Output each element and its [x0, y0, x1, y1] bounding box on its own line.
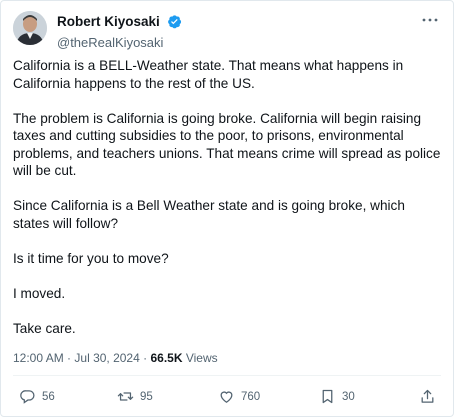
repost-icon [117, 392, 134, 401]
tweet-paragraph: I moved. [13, 285, 66, 301]
author-handle[interactable]: @theRealKiyosaki [57, 35, 182, 50]
share-icon [421, 389, 434, 403]
repost-button[interactable]: 95 [117, 388, 153, 405]
tweet-paragraph: California is a BELL-Weather state. That… [13, 58, 404, 91]
bookmark-button[interactable]: 30 [319, 388, 355, 405]
tweet-date[interactable]: Jul 30, 2024 [74, 351, 139, 365]
avatar[interactable] [13, 11, 47, 45]
more-icon[interactable] [421, 13, 439, 27]
reply-icon [20, 390, 35, 404]
divider [13, 375, 441, 376]
views-label: Views [185, 351, 218, 365]
reply-count: 56 [42, 390, 55, 403]
like-button[interactable]: 760 [218, 388, 260, 405]
tweet-paragraph: Is it time for you to move? [13, 250, 169, 266]
tweet-paragraph: Take care. [13, 320, 76, 336]
tweet-text: California is a BELL-Weather state. That… [13, 57, 443, 355]
tweet-card: Robert Kiyosaki @theRealKiyosaki Califor… [0, 0, 454, 417]
meta-separator: · [143, 351, 148, 365]
like-icon [220, 391, 233, 403]
verified-badge-icon [167, 14, 182, 29]
meta-separator: · [67, 351, 72, 365]
repost-count: 95 [140, 390, 153, 403]
tweet-paragraph: The problem is California is going broke… [13, 110, 441, 179]
reply-button[interactable]: 56 [19, 388, 55, 405]
tweet-paragraph: Since California is a Bell Weather state… [13, 198, 405, 231]
tweet-time[interactable]: 12:00 AM [13, 351, 64, 365]
bookmark-count: 30 [342, 390, 355, 403]
like-count: 760 [241, 390, 261, 403]
tweet-meta: 12:00 AM · Jul 30, 2024 · 66.5K Views [13, 351, 218, 365]
bookmark-icon [322, 389, 333, 404]
author-names: Robert Kiyosaki @theRealKiyosaki [57, 13, 182, 50]
tweet-header: Robert Kiyosaki @theRealKiyosaki [13, 11, 443, 50]
share-button[interactable] [419, 388, 436, 405]
views-count: 66.5K [150, 351, 183, 365]
action-bar: 56 95 760 30 [13, 384, 443, 412]
author-display-name[interactable]: Robert Kiyosaki [57, 14, 160, 29]
avatar-image [13, 11, 47, 45]
